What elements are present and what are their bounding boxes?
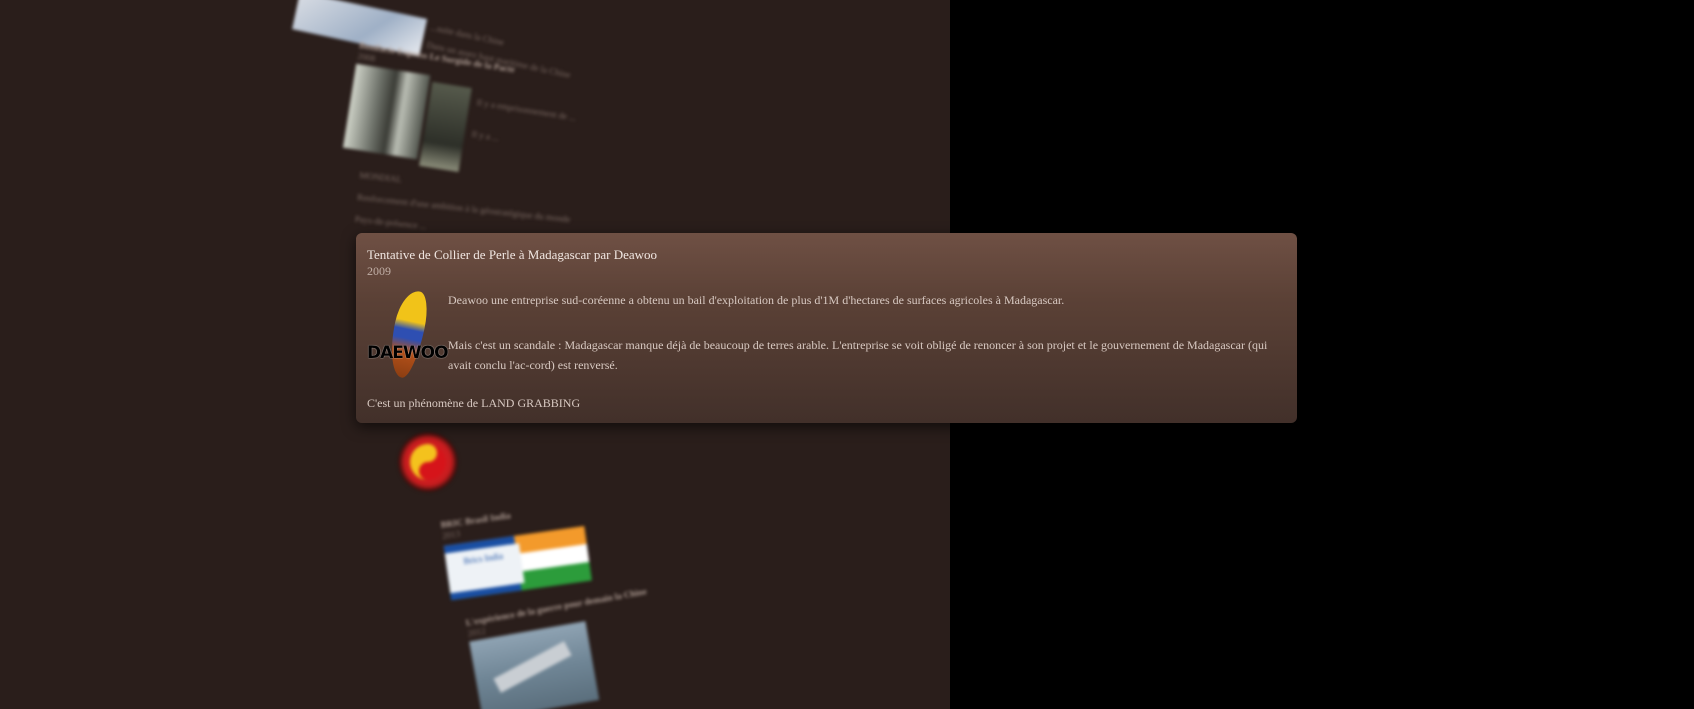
bg-banner: Brics India [444, 543, 525, 594]
bg-year: 2012 [466, 625, 487, 639]
popup-year: 2009 [367, 264, 391, 278]
bg-year: 2013 [441, 528, 461, 541]
bg-year: 2008 [356, 50, 377, 64]
madagascar-shape-icon [384, 287, 432, 381]
popup-footer: C'est un phénomène de LAND GRABBING [367, 396, 581, 410]
bg-text-line: Il y a emprisonnement de ... [475, 97, 577, 123]
logo-text: DAEWOO [367, 343, 449, 363]
daewoo-logo: DAEWOO [367, 287, 449, 381]
yin-yang-icon [398, 432, 458, 492]
popup-title: Tentative de Collier de Perle à Madagasc… [367, 247, 658, 262]
bg-text-line: Pays-de-présence ... [354, 213, 427, 232]
bg-image-india-flag: Brics India [443, 525, 592, 601]
popup-paragraph-1: Deawoo une entreprise sud-coréenne a obt… [448, 293, 1065, 307]
bg-image-man [342, 63, 431, 160]
bg-title: BRIC Brasil India [440, 510, 512, 530]
popup-paragraph-2: Mais c'est un scandale : Madagascar manq… [448, 338, 1268, 372]
bg-text-line: Il y a ... [470, 128, 500, 143]
bg-image-aircraft-carrier [469, 621, 600, 709]
bg-text-line: MONDIAL [358, 170, 403, 185]
event-popup: Tentative de Collier de Perle à Madagasc… [356, 233, 1297, 423]
